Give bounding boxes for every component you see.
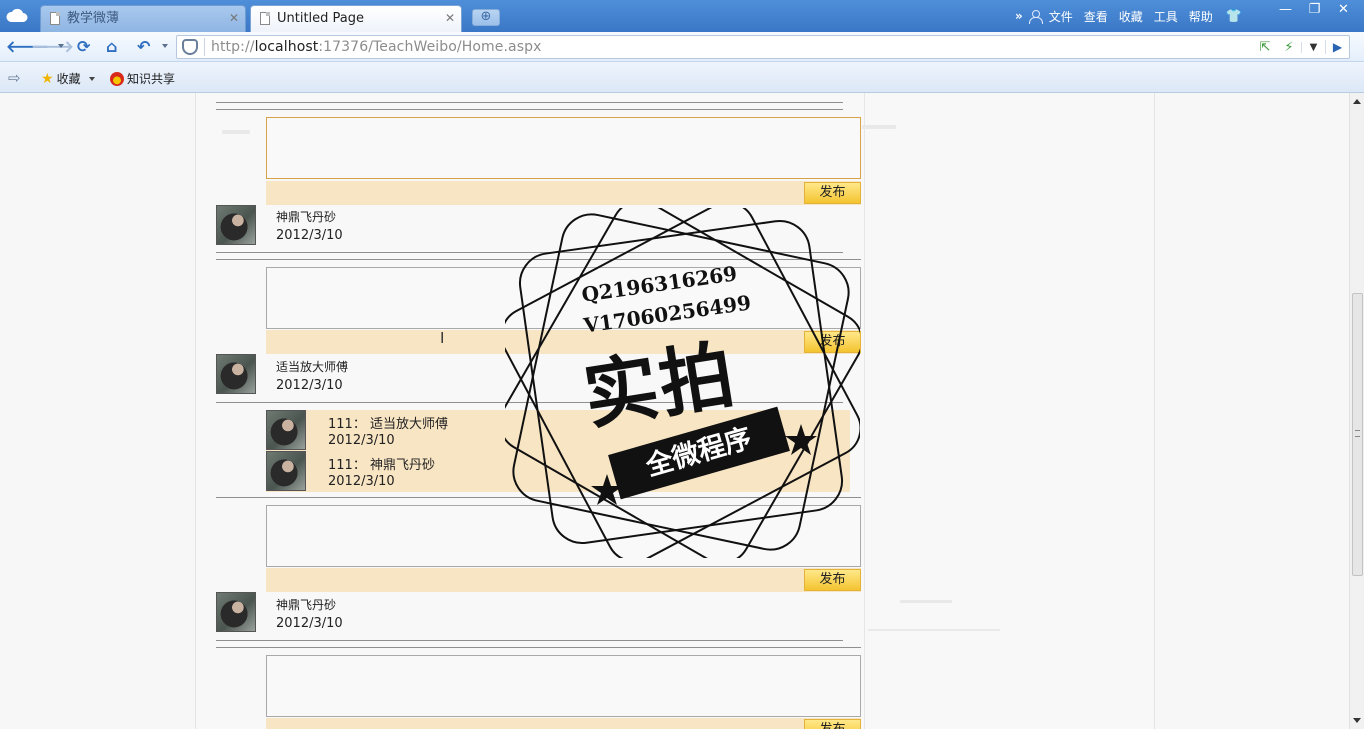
favorites-menu[interactable]: ★ 收藏 xyxy=(41,70,95,87)
browser-logo-icon xyxy=(6,8,28,22)
text-cursor-icon: I xyxy=(440,329,445,347)
forward-arrow-icon[interactable]: 🡒 xyxy=(31,37,74,57)
post-author[interactable]: 神鼎飞丹砂 xyxy=(276,596,336,613)
more-icon[interactable]: » xyxy=(1015,9,1023,23)
share-icon[interactable]: ⇱ xyxy=(1253,40,1277,55)
reply-date: 2012/3/10 xyxy=(328,474,395,489)
scroll-down-icon[interactable] xyxy=(1353,718,1361,723)
publish-bar: 发布 xyxy=(266,718,861,729)
reply-composer-textarea[interactable] xyxy=(266,655,861,717)
url-text[interactable]: http://localhost:17376/TeachWeibo/Home.a… xyxy=(211,39,541,55)
minimize-button[interactable]: — xyxy=(1271,2,1300,17)
vertical-scrollbar[interactable] xyxy=(1349,93,1364,729)
scrollbar-thumb[interactable] xyxy=(1352,293,1363,576)
new-tab-button[interactable]: ⊕ xyxy=(472,9,500,26)
reply-composer-textarea[interactable] xyxy=(266,267,861,329)
close-window-button[interactable]: ✕ xyxy=(1329,2,1358,17)
restore-button[interactable]: ❐ xyxy=(1300,2,1329,17)
favorites-bar: ⇨ ★ 收藏 知识共享 xyxy=(0,62,1364,93)
chevron-down-icon xyxy=(88,76,95,81)
navigation-bar: 🡐 🡒 ⟳ ⌂ ↶ http://localhost:17376/TeachWe… xyxy=(0,32,1364,62)
tab-teaching-weibo[interactable]: 教学微薄 ✕ xyxy=(40,5,246,32)
user-icon[interactable] xyxy=(1028,9,1043,24)
favorites-arrow-icon[interactable]: ⇨ xyxy=(8,69,21,87)
post-date: 2012/3/10 xyxy=(276,616,343,631)
history-dropdown-icon[interactable] xyxy=(58,44,64,48)
post-author[interactable]: 神鼎飞丹砂 xyxy=(276,208,336,225)
menu-bar: » 文件 查看 收藏 工具 帮助 👕 xyxy=(1015,6,1242,26)
address-bar[interactable]: http://localhost:17376/TeachWeibo/Home.a… xyxy=(176,35,1350,59)
scroll-up-icon[interactable] xyxy=(1353,99,1361,104)
favorite-link-knowledge-share[interactable]: 知识共享 xyxy=(110,70,175,87)
publish-bar: 发布 xyxy=(266,181,861,205)
lightning-icon[interactable]: ⚡ xyxy=(1277,40,1301,55)
star-icon: ★ xyxy=(41,70,54,87)
skin-shirt-icon[interactable]: 👕 xyxy=(1226,9,1242,24)
publish-button[interactable]: 发布 xyxy=(804,331,861,353)
menu-file[interactable]: 文件 xyxy=(1049,8,1073,25)
reply-composer-textarea[interactable] xyxy=(266,505,861,567)
menu-view[interactable]: 查看 xyxy=(1084,8,1108,25)
reply-date: 2012/3/10 xyxy=(328,433,395,448)
close-icon[interactable]: ✕ xyxy=(445,6,455,31)
avatar[interactable] xyxy=(266,410,306,450)
page-icon xyxy=(260,12,270,25)
publish-bar: 发布 xyxy=(266,330,861,354)
window-controls: — ❐ ✕ xyxy=(1271,2,1358,17)
avatar[interactable] xyxy=(216,354,256,394)
browser-titlebar: 教学微薄 ✕ Untitled Page ✕ ⊕ » 文件 查看 收藏 工具 帮… xyxy=(0,0,1364,33)
reply-text: 111： 神鼎飞丹砂 xyxy=(328,458,435,473)
page-viewport: 发布 神鼎飞丹砂 2012/3/10 发布 I 适当放大师傅 2012/3/10… xyxy=(0,93,1364,729)
undo-dropdown-icon[interactable] xyxy=(162,44,168,48)
post-date: 2012/3/10 xyxy=(276,378,343,393)
dropdown-icon[interactable]: ▼ xyxy=(1301,41,1325,53)
shield-icon xyxy=(182,39,198,55)
menu-help[interactable]: 帮助 xyxy=(1189,8,1213,25)
close-icon[interactable]: ✕ xyxy=(229,6,239,31)
undo-close-icon[interactable]: ↶ xyxy=(137,37,150,57)
avatar[interactable] xyxy=(216,205,256,245)
publish-button[interactable]: 发布 xyxy=(804,719,861,729)
go-icon[interactable]: ▶ xyxy=(1325,40,1349,54)
publish-bar: 发布 xyxy=(266,568,861,592)
avatar[interactable] xyxy=(216,592,256,632)
refresh-icon[interactable]: ⟳ xyxy=(77,37,90,57)
publish-button[interactable]: 发布 xyxy=(804,569,861,591)
reply-text: 111： 适当放大师傅 xyxy=(328,417,448,432)
post-date: 2012/3/10 xyxy=(276,228,343,243)
tab-label: Untitled Page xyxy=(277,11,365,26)
menu-favorites[interactable]: 收藏 xyxy=(1119,8,1143,25)
tab-untitled-page[interactable]: Untitled Page ✕ xyxy=(250,5,462,33)
publish-button[interactable]: 发布 xyxy=(804,182,861,204)
tab-label: 教学微薄 xyxy=(67,11,120,26)
avatar[interactable] xyxy=(266,451,306,491)
home-icon[interactable]: ⌂ xyxy=(106,37,117,57)
post-composer-textarea[interactable] xyxy=(266,117,861,179)
post-author[interactable]: 适当放大师傅 xyxy=(276,358,348,375)
page-icon xyxy=(50,12,60,25)
site-logo-icon xyxy=(110,71,124,86)
reply-list: 111： 适当放大师傅 2012/3/10 111： 神鼎飞丹砂 2012/3/… xyxy=(266,410,850,492)
menu-tools[interactable]: 工具 xyxy=(1154,8,1178,25)
